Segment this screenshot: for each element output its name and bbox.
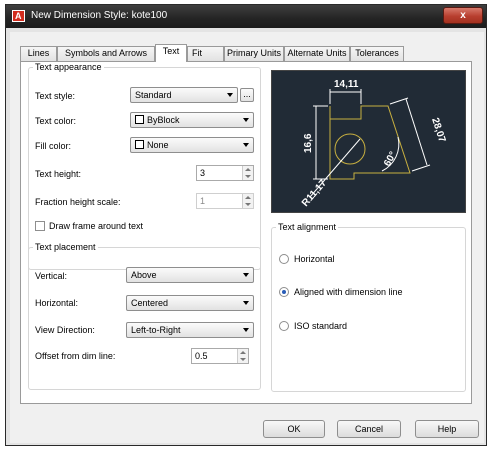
dialog-window: A New Dimension Style: kote100 x Lines S…	[5, 4, 487, 446]
draw-frame-label: Draw frame around text	[49, 221, 144, 231]
vertical-value: Above	[131, 270, 157, 280]
fraction-height-label: Fraction height scale:	[35, 197, 121, 207]
preview-geometry	[329, 105, 411, 180]
view-direction-value: Left-to-Right	[131, 325, 181, 335]
window-title: New Dimension Style: kote100	[31, 10, 168, 21]
draw-frame-checkbox[interactable]	[35, 221, 45, 231]
text-placement-title: Text placement	[35, 242, 96, 252]
chevron-down-icon	[243, 328, 249, 332]
text-style-label: Text style:	[35, 91, 76, 101]
radio-aligned-with-dimension-line[interactable]	[279, 287, 289, 297]
autocad-icon: A	[12, 10, 25, 22]
preview-drawing: 14,11 16,6 28,07 60° R11,17	[300, 79, 448, 209]
dim-left-value: 16,6	[303, 133, 314, 153]
text-alignment-group: Text alignment	[271, 222, 466, 392]
horizontal-dropdown[interactable]: Centered	[126, 295, 254, 311]
cancel-button[interactable]: Cancel	[337, 420, 401, 438]
color-swatch-icon	[135, 140, 144, 149]
spinner-arrows-icon[interactable]	[237, 349, 248, 363]
tab-tolerances[interactable]: Tolerances	[350, 46, 404, 61]
chevron-down-icon	[227, 93, 233, 97]
fill-color-value: None	[147, 140, 169, 150]
offset-label: Offset from dim line:	[35, 351, 116, 361]
dimension-preview: 14,11 16,6 28,07 60° R11,17	[271, 70, 466, 213]
chevron-down-icon	[243, 118, 249, 122]
text-appearance-title: Text appearance	[35, 62, 102, 72]
text-color-label: Text color:	[35, 116, 77, 126]
text-height-input[interactable]: 3	[196, 165, 254, 181]
spinner-arrows-icon[interactable]	[242, 166, 253, 180]
chevron-down-icon	[243, 273, 249, 277]
vertical-dropdown[interactable]: Above	[126, 267, 254, 283]
view-direction-label: View Direction:	[35, 325, 95, 335]
dim-top-value: 14,11	[334, 79, 359, 90]
color-swatch-icon	[135, 115, 144, 124]
text-color-dropdown[interactable]: ByBlock	[130, 112, 254, 128]
chevron-down-icon	[243, 301, 249, 305]
fill-color-label: Fill color:	[35, 141, 72, 151]
spinner-arrows-icon	[242, 194, 253, 208]
offset-value: 0.5	[195, 351, 208, 361]
radio-iso-label: ISO standard	[294, 321, 348, 331]
text-height-value: 3	[200, 168, 206, 178]
radio-aligned-label: Aligned with dimension line	[294, 287, 403, 297]
offset-input[interactable]: 0.5	[191, 348, 249, 364]
tab-symbols-and-arrows[interactable]: Symbols and Arrows	[57, 46, 155, 61]
text-tab-panel: Text appearance Text style: Standard ...…	[20, 61, 472, 404]
dialog-body: Lines Symbols and Arrows Text Fit Primar…	[10, 32, 484, 443]
text-style-dropdown[interactable]: Standard	[130, 87, 238, 103]
preview-dimension-lines	[309, 89, 431, 198]
dim-radius-value: R11,17	[300, 178, 329, 209]
preview-labels: 14,11 16,6 28,07 60° R11,17	[300, 79, 448, 209]
tab-fit[interactable]: Fit	[187, 46, 224, 61]
dim-right-value: 28,07	[429, 117, 447, 145]
radio-iso-standard[interactable]	[279, 321, 289, 331]
tab-alternate-units[interactable]: Alternate Units	[284, 46, 350, 61]
view-direction-dropdown[interactable]: Left-to-Right	[126, 322, 254, 338]
close-button[interactable]: x	[443, 7, 483, 24]
part-outline	[329, 105, 411, 180]
horizontal-value: Centered	[131, 298, 169, 308]
dim-line-right	[405, 98, 428, 166]
dim-angle-value: 60°	[382, 150, 399, 169]
title-bar[interactable]: A New Dimension Style: kote100 x	[6, 5, 486, 28]
tab-primary-units[interactable]: Primary Units	[224, 46, 284, 61]
text-height-label: Text height:	[35, 169, 82, 179]
text-style-browse-button[interactable]: ...	[240, 88, 254, 102]
text-color-value: ByBlock	[147, 115, 180, 125]
vertical-label: Vertical:	[35, 271, 68, 281]
fraction-height-input: 1	[196, 193, 254, 209]
radio-horizontal[interactable]	[279, 254, 289, 264]
text-alignment-title: Text alignment	[278, 222, 337, 232]
text-style-value: Standard	[135, 90, 172, 100]
dim-extension-line	[389, 97, 409, 105]
help-button[interactable]: Help	[415, 420, 479, 438]
horizontal-label: Horizontal:	[35, 298, 79, 308]
fill-color-dropdown[interactable]: None	[130, 137, 254, 153]
chevron-down-icon	[243, 143, 249, 147]
tab-lines[interactable]: Lines	[20, 46, 57, 61]
fraction-height-value: 1	[200, 196, 206, 206]
radio-horizontal-label: Horizontal	[294, 254, 335, 264]
tab-text[interactable]: Text	[155, 44, 187, 62]
ok-button[interactable]: OK	[263, 420, 325, 438]
hole-circle	[334, 133, 366, 165]
dim-extension-line	[411, 164, 431, 172]
text-placement-group: Text placement	[28, 242, 261, 390]
